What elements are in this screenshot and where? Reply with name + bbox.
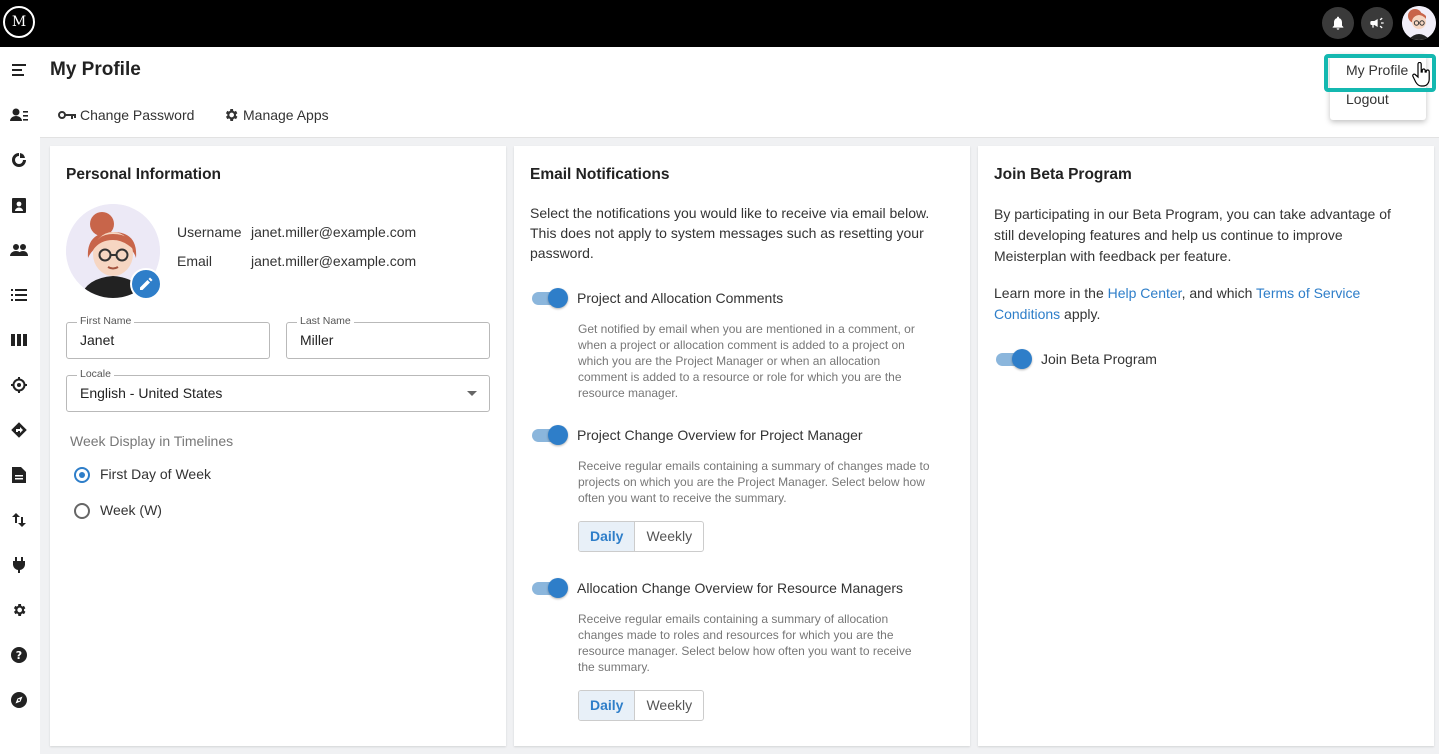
project-overview-desc-line-3: often you want to receive the summary.: [578, 491, 787, 505]
project-overview-toggle[interactable]: [530, 424, 568, 446]
allocation-overview-toggle[interactable]: [530, 577, 568, 599]
comments-desc-line-5: resource manager.: [578, 386, 679, 400]
change-password-label: Change Password: [80, 107, 195, 123]
settings-icon[interactable]: [8, 599, 30, 621]
project-overview-label: Project Change Overview for Project Mana…: [577, 427, 863, 443]
assignment-icon[interactable]: [8, 194, 30, 216]
people-icon[interactable]: [8, 239, 30, 261]
terms-link-part-1[interactable]: Terms of Service: [1256, 285, 1360, 301]
page-title: My Profile: [50, 59, 141, 80]
allocation-overview-desc-line-3: resource manager. Select below how often…: [578, 644, 912, 658]
first-day-of-week-radio[interactable]: [74, 467, 90, 483]
portfolio-icon[interactable]: [8, 149, 30, 171]
comments-toggle[interactable]: [530, 287, 568, 309]
beta-program-title: Join Beta Program: [994, 166, 1132, 183]
last-name-field[interactable]: Last Name Miller: [286, 315, 490, 359]
import-export-icon[interactable]: [8, 509, 30, 531]
comments-toggle-label: Project and Allocation Comments: [577, 290, 784, 306]
roadmap-icon[interactable]: [8, 419, 30, 441]
pencil-icon: [140, 277, 153, 290]
project-daily-button[interactable]: Daily: [579, 522, 636, 551]
personal-information-card: Personal Information Username janet.mill…: [50, 146, 506, 746]
email-intro-line-2: This does not apply to system messages s…: [530, 225, 924, 241]
email-label: Email: [177, 253, 213, 269]
logout-menu-item[interactable]: Logout: [1346, 91, 1389, 107]
page-header: My Profile Change Password Manage Apps: [40, 47, 1439, 138]
week-w-radio[interactable]: [74, 503, 90, 519]
beta-para-line-1: By participating in our Beta Program, yo…: [994, 206, 1391, 222]
learn-more-text: Learn more in the: [994, 285, 1108, 301]
project-overview-frequency: Daily Weekly: [578, 521, 705, 552]
gear-icon: [225, 109, 238, 121]
first-name-value: Janet: [80, 332, 115, 348]
first-name-label: First Name: [77, 315, 135, 327]
first-day-of-week-label: First Day of Week: [100, 466, 211, 482]
beta-learn-more-line-2: Conditions apply.: [994, 304, 1100, 325]
beta-program-card: Join Beta Program By participating in ou…: [978, 146, 1434, 746]
week-w-label: Week (W): [100, 502, 162, 518]
allocation-overview-desc-line-2: changes made to roles and resources for …: [578, 628, 894, 642]
last-name-label: Last Name: [297, 315, 354, 327]
allocation-daily-button[interactable]: Daily: [579, 691, 636, 720]
hand-cursor-icon: [1412, 62, 1430, 87]
comments-desc-line-3: which you are the Project Manager or whe…: [578, 354, 881, 368]
svg-text:?: ?: [16, 649, 22, 662]
username-label: Username: [177, 224, 242, 240]
join-beta-toggle[interactable]: [994, 348, 1032, 370]
email-intro-line-1: Select the notifications you would like …: [530, 205, 930, 221]
locale-label: Locale: [77, 368, 114, 380]
report-icon[interactable]: [8, 464, 30, 486]
last-name-value: Miller: [300, 332, 334, 348]
edit-avatar-button[interactable]: [130, 268, 162, 300]
username-value: janet.miller@example.com: [251, 224, 417, 240]
project-overview-desc-line-1: Receive regular emails containing a summ…: [578, 459, 930, 473]
megaphone-icon[interactable]: [1361, 7, 1393, 39]
app-logo[interactable]: M: [3, 6, 35, 38]
locale-select[interactable]: Locale English - United States: [66, 368, 490, 412]
manage-apps-button[interactable]: Manage Apps: [223, 104, 329, 126]
which-text: , and which: [1181, 285, 1257, 301]
email-intro-line-3: password.: [530, 245, 594, 261]
sidebar: ?: [0, 47, 40, 754]
comments-desc-line-4: comment is added to a resource or role f…: [578, 370, 902, 384]
target-icon[interactable]: [8, 374, 30, 396]
apply-text: apply.: [1060, 306, 1101, 322]
project-weekly-button[interactable]: Weekly: [635, 522, 703, 551]
key-icon: [58, 111, 76, 119]
beta-para-line-2: still developing features and help us co…: [994, 227, 1343, 243]
bell-icon[interactable]: [1322, 7, 1354, 39]
help-center-link[interactable]: Help Center: [1108, 285, 1182, 301]
menu-icon[interactable]: [8, 59, 30, 81]
allocation-overview-frequency: Daily Weekly: [578, 690, 705, 721]
first-name-field[interactable]: First Name Janet: [66, 315, 270, 359]
beta-learn-more-line-1: Learn more in the Help Center, and which…: [994, 283, 1360, 304]
week-display-label: Week Display in Timelines: [70, 433, 234, 449]
allocation-weekly-button[interactable]: Weekly: [635, 691, 703, 720]
allocation-overview-desc-line-1: Receive regular emails containing a summ…: [578, 612, 889, 626]
plugin-icon[interactable]: [8, 554, 30, 576]
email-value: janet.miller@example.com: [251, 253, 417, 269]
top-bar: M: [0, 0, 1439, 47]
email-notifications-card: Email Notifications Select the notificat…: [514, 146, 970, 746]
help-icon[interactable]: ?: [8, 644, 30, 666]
beta-para-line-3: Meisterplan with feedback per feature.: [994, 248, 1232, 264]
comments-desc-line-2: when a project or allocation comment is …: [578, 338, 905, 352]
resources-icon[interactable]: [8, 104, 30, 126]
chevron-down-icon: [467, 391, 477, 396]
allocation-overview-label: Allocation Change Overview for Resource …: [577, 580, 904, 596]
board-icon[interactable]: [8, 329, 30, 351]
comments-desc-line-1: Get notified by email when you are menti…: [578, 322, 915, 336]
locale-value: English - United States: [80, 385, 223, 401]
change-password-button[interactable]: Change Password: [58, 104, 194, 126]
explore-icon[interactable]: [8, 689, 30, 711]
join-beta-label: Join Beta Program: [1041, 351, 1157, 367]
project-overview-desc-line-2: projects on which you are the Project Ma…: [578, 475, 925, 489]
manage-apps-label: Manage Apps: [243, 107, 329, 123]
personal-information-title: Personal Information: [66, 166, 222, 183]
allocation-overview-desc-line-4: the summary.: [578, 660, 650, 674]
terms-link-part-2[interactable]: Conditions: [994, 306, 1060, 322]
user-avatar[interactable]: [1402, 6, 1436, 40]
list-icon[interactable]: [8, 284, 30, 306]
email-notifications-title: Email Notifications: [530, 166, 670, 183]
